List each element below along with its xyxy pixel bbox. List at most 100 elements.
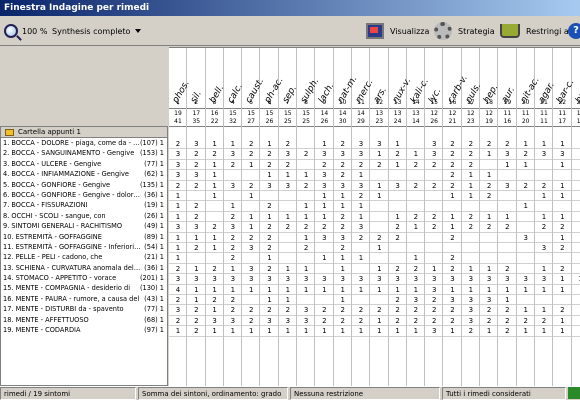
symptom-row[interactable]: 9. SINTOMI GENERALI - RACHITISMO (49) 1 bbox=[1, 221, 167, 231]
symptom-count: (135) 1 bbox=[139, 180, 164, 189]
grade-cell bbox=[370, 295, 388, 305]
symptom-row[interactable]: 5. BOCCA - GONFIORE - Gengive (135) 1 bbox=[1, 180, 167, 190]
clipboard-folder[interactable]: Cartella appunti 1 bbox=[1, 127, 167, 138]
symptom-row[interactable]: 13. SCHIENA - CURVATURA anomala della co… bbox=[1, 263, 167, 273]
remedy-column[interactable]: calc. 4 15 32 1 3 2 3 1 2 3 2 2 2 1 3 1 2 2 3 1 bbox=[224, 48, 245, 386]
remedy-column[interactable]: carb-v. 16 12 21 2 2 2 2 2 1 1 1 2 2 2 3 1 3 2 2 1 bbox=[444, 48, 469, 386]
remedy-column[interactable]: nit-ac. 20 11 20 1 2 1 2 1 3 3 1 1 2 1 bbox=[517, 48, 542, 386]
grade-cell: 1 bbox=[194, 264, 199, 273]
symptom-count: (97) 1 bbox=[144, 326, 164, 335]
symptom-row[interactable]: 11. ESTREMITÀ - GOFFAGGINE - Inferiori, … bbox=[1, 242, 167, 252]
grade-cell: 3 bbox=[358, 181, 364, 190]
grade-cell: 2 bbox=[248, 181, 254, 190]
symptom-row[interactable]: 3. BOCCA - ULCERE - Gengive (77) 1 bbox=[1, 159, 167, 169]
grade-cell bbox=[279, 253, 297, 263]
grade-cell: 2 bbox=[450, 254, 455, 263]
grade-cell: 1 bbox=[230, 202, 236, 211]
grade-cell: 1 bbox=[212, 244, 217, 252]
remedy-column[interactable]: merc. 11 14 29 3 3 2 1 3 2 1 1 3 2 1 3 1 2 2 1 bbox=[352, 48, 376, 386]
grade-cell bbox=[224, 191, 242, 201]
symptom-row[interactable]: 18. MENTE - AFFETTUOSO (68) 1 bbox=[1, 315, 167, 325]
grade-cell: 3 bbox=[468, 316, 474, 325]
remedy-column[interactable]: sil. 2 17 35 3 2 2 3 2 2 2 3 1 2 1 3 1 1 2 2 2 bbox=[187, 48, 206, 386]
visualizza-button[interactable]: Visualizza bbox=[366, 16, 429, 46]
remedy-column[interactable]: lach. 9 14 26 1 3 2 3 3 1 1 1 2 3 1 3 1 2 2 1 bbox=[315, 48, 337, 386]
grade-cell: 1 bbox=[322, 254, 327, 263]
remedy-column[interactable]: agar. 21 11 11 1 3 2 1 1 2 3 1 3 1 1 2 1 bbox=[535, 48, 557, 386]
strategia-button[interactable]: Strategia bbox=[434, 16, 495, 46]
grade-cell: 1 bbox=[523, 160, 528, 169]
remedy-column[interactable]: caust. 5 15 27 2 2 1 2 1 1 1 2 3 3 3 1 2 2 1 bbox=[242, 48, 266, 386]
grade-cell: 3 bbox=[267, 316, 272, 325]
grade-cell: 3 bbox=[431, 150, 437, 159]
remedy-column[interactable]: sep. 7 15 25 2 3 2 1 3 1 2 1 3 1 1 2 3 1 bbox=[279, 48, 299, 386]
remedy-column[interactable]: puls. 17 12 23 2 2 2 1 1 1 2 2 1 3 1 3 3 3 2 bbox=[462, 48, 483, 386]
grade-cell bbox=[407, 201, 425, 211]
grade-cell bbox=[279, 233, 297, 243]
symptom-row[interactable]: 19. MENTE - CODARDIA (97) 1 bbox=[1, 325, 167, 335]
remedy-column[interactable]: nux-v. 13 13 24 1 2 1 3 1 2 2 2 3 1 2 2 2 1 bbox=[389, 48, 413, 386]
grade-cell: 1 bbox=[468, 192, 474, 200]
symptom-row[interactable]: 6. BOCCA - GONFIORE - Gengive - doloroso… bbox=[1, 190, 167, 200]
symptom-row[interactable]: 14. STOMACO - APPETITO - vorace (201) 1 bbox=[1, 273, 167, 283]
remedy-degree-sum: 16 bbox=[503, 118, 512, 125]
symptom-row[interactable]: 15. MENTE - COMPAGNIA - desiderio di (130… bbox=[1, 283, 167, 293]
grade-cell bbox=[572, 253, 580, 263]
remedy-column[interactable]: nat-m. 10 14 30 2 3 2 2 3 1 1 2 2 3 2 1 1 3 1 1 2 2 1 bbox=[334, 48, 359, 386]
remedy-rank: 10 bbox=[338, 99, 347, 106]
window-title: Finestra Indagine per rimedi bbox=[4, 3, 150, 13]
grade-cell bbox=[498, 201, 516, 211]
grade-cell: 3 bbox=[175, 223, 181, 232]
remedy-column[interactable]: phos. 1 19 41 2 3 3 3 2 1 1 1 3 1 1 1 2 3 4 2 3 2 1 bbox=[169, 48, 192, 386]
remedy-column[interactable]: bry.2311141 bbox=[572, 48, 580, 386]
grade-cell: 1 bbox=[340, 202, 345, 211]
synthesis-dropdown[interactable]: Synthesis completo bbox=[52, 16, 142, 46]
remedy-column[interactable]: aur. 19 11 16 2 3 1 3 1 2 2 3 1 1 2 2 2 bbox=[498, 48, 518, 386]
grade-cell bbox=[517, 264, 535, 274]
symptom-row[interactable]: 12. PELLE - PELI - cadono, che (21) 1 bbox=[1, 252, 167, 262]
grade-cell: 2 bbox=[486, 316, 492, 325]
grade-cell bbox=[572, 212, 580, 222]
grade-cell: 2 bbox=[230, 160, 236, 169]
remedy-column[interactable]: hep. 18 12 19 2 1 1 2 2 1 2 1 3 1 3 2 2 1 bbox=[480, 48, 501, 386]
grade-cell: 1 bbox=[322, 140, 327, 148]
symptom-row[interactable]: 7. BOCCA - FISSURAZIONI (19) 1 bbox=[1, 200, 167, 210]
grade-cell: 1 bbox=[303, 327, 309, 336]
synthesis-label: Synthesis completo bbox=[52, 26, 131, 36]
symptom-row[interactable]: 16. MENTE - PAURA - rumore, a causa del (… bbox=[1, 294, 167, 304]
remedy-column[interactable]: bar-c. 22 11 17 1 3 1 1 1 1 2 1 2 2 1 1 2 1 1 bbox=[553, 48, 577, 386]
grade-cell: 1 bbox=[450, 223, 455, 232]
resize-grip-icon[interactable] bbox=[568, 387, 580, 399]
symptom-row[interactable]: 1. BOCCA - DOLORE - piaga, come da - Gen… bbox=[1, 138, 167, 148]
symptom-row[interactable]: 8. OCCHI - SCOLI - sangue, con (26) 1 bbox=[1, 211, 167, 221]
remedy-symptom-count: 15 bbox=[265, 110, 274, 117]
grade-cell bbox=[572, 181, 580, 191]
remedy-rank: 16 bbox=[448, 99, 457, 106]
restringi-button[interactable]: Restringi a bbox=[500, 16, 569, 46]
remedy-column[interactable]: ph-ac. 6 15 26 1 2 2 1 3 2 1 2 2 2 1 2 3 1 1 2 3 1 bbox=[261, 48, 285, 386]
symptom-row[interactable]: 17. MENTE - DISTURBI da - spavento (77) 1 bbox=[1, 304, 167, 314]
grade-cell: 2 bbox=[431, 306, 437, 315]
remedy-symptom-count: 12 bbox=[430, 110, 438, 117]
symptom-row[interactable]: 4. BOCCA - INFIAMMAZIONE - Gengive (62) 1 bbox=[1, 169, 167, 179]
title-bar: Finestra Indagine per rimedi bbox=[0, 0, 580, 16]
grade-cell: 2 bbox=[431, 223, 437, 232]
remedy-column[interactable]: ars. 12 13 23 3 1 2 1 1 2 1 1 3 1 2 1 1 bbox=[370, 48, 389, 386]
zoom-control[interactable]: 100 % bbox=[4, 16, 47, 46]
gear-icon bbox=[434, 22, 452, 40]
remedy-column[interactable]: bell. 3 16 22 1 2 1 1 1 1 2 1 1 2 3 1 2 1 3 1 bbox=[206, 48, 226, 386]
grade-cell: 3 bbox=[468, 275, 474, 284]
grade-cell: 3 bbox=[377, 140, 382, 148]
remedy-column[interactable]: lyc. 15 12 26 3 3 2 2 2 2 1 3 3 2 2 2 3 bbox=[425, 48, 444, 386]
remedy-column[interactable]: kali-c. 14 13 14 1 2 2 2 1 1 2 3 1 3 2 2 1 bbox=[407, 48, 431, 386]
remedy-column[interactable]: sulph. 8 15 25 2 1 2 1 1 2 1 2 1 3 1 3 3 1 bbox=[297, 48, 321, 386]
symptom-row[interactable]: 10. ESTREMITÀ - GOFFAGGINE (89) 1 bbox=[1, 232, 167, 242]
help-button[interactable]: ? bbox=[568, 16, 580, 46]
grade-cell: 1 bbox=[377, 316, 382, 325]
grade-cell bbox=[517, 222, 535, 232]
symptom-row[interactable]: 2. BOCCA - SANGUINAMENTO - Gengive (153) … bbox=[1, 148, 167, 158]
grade-cell: 1 bbox=[395, 327, 400, 336]
grade-cell: 1 bbox=[212, 160, 217, 169]
grade-cell bbox=[498, 233, 516, 243]
symptom-label: 16. MENTE - PAURA - rumore, a causa del bbox=[3, 294, 140, 303]
